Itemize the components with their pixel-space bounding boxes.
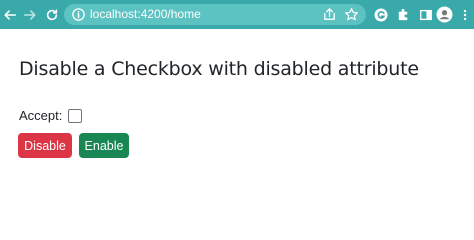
menu-icon[interactable] <box>456 6 473 23</box>
accept-row: Accept: <box>19 108 83 123</box>
avatar-icon[interactable] <box>436 6 453 23</box>
star-icon[interactable] <box>344 7 359 22</box>
share-icon[interactable] <box>322 7 337 22</box>
accept-checkbox[interactable] <box>68 108 83 123</box>
enable-button[interactable]: Enable <box>79 133 129 158</box>
disable-button[interactable]: Disable <box>18 133 72 158</box>
address-bar[interactable]: localhost:4200/home <box>64 4 366 25</box>
puzzle-icon[interactable] <box>395 6 412 23</box>
side-panel-icon[interactable] <box>417 6 434 23</box>
info-icon[interactable] <box>71 7 86 22</box>
forward-arrow-icon[interactable] <box>20 5 40 25</box>
grammarly-icon[interactable] <box>372 6 389 23</box>
reload-icon[interactable] <box>42 5 62 25</box>
back-arrow-icon[interactable] <box>0 5 20 25</box>
checkbox-label: Accept: <box>19 108 63 123</box>
url-text: localhost:4200/home <box>90 7 201 21</box>
browser-toolbar: localhost:4200/home <box>0 0 474 29</box>
page-title: Disable a Checkbox with disabled attribu… <box>19 58 419 80</box>
